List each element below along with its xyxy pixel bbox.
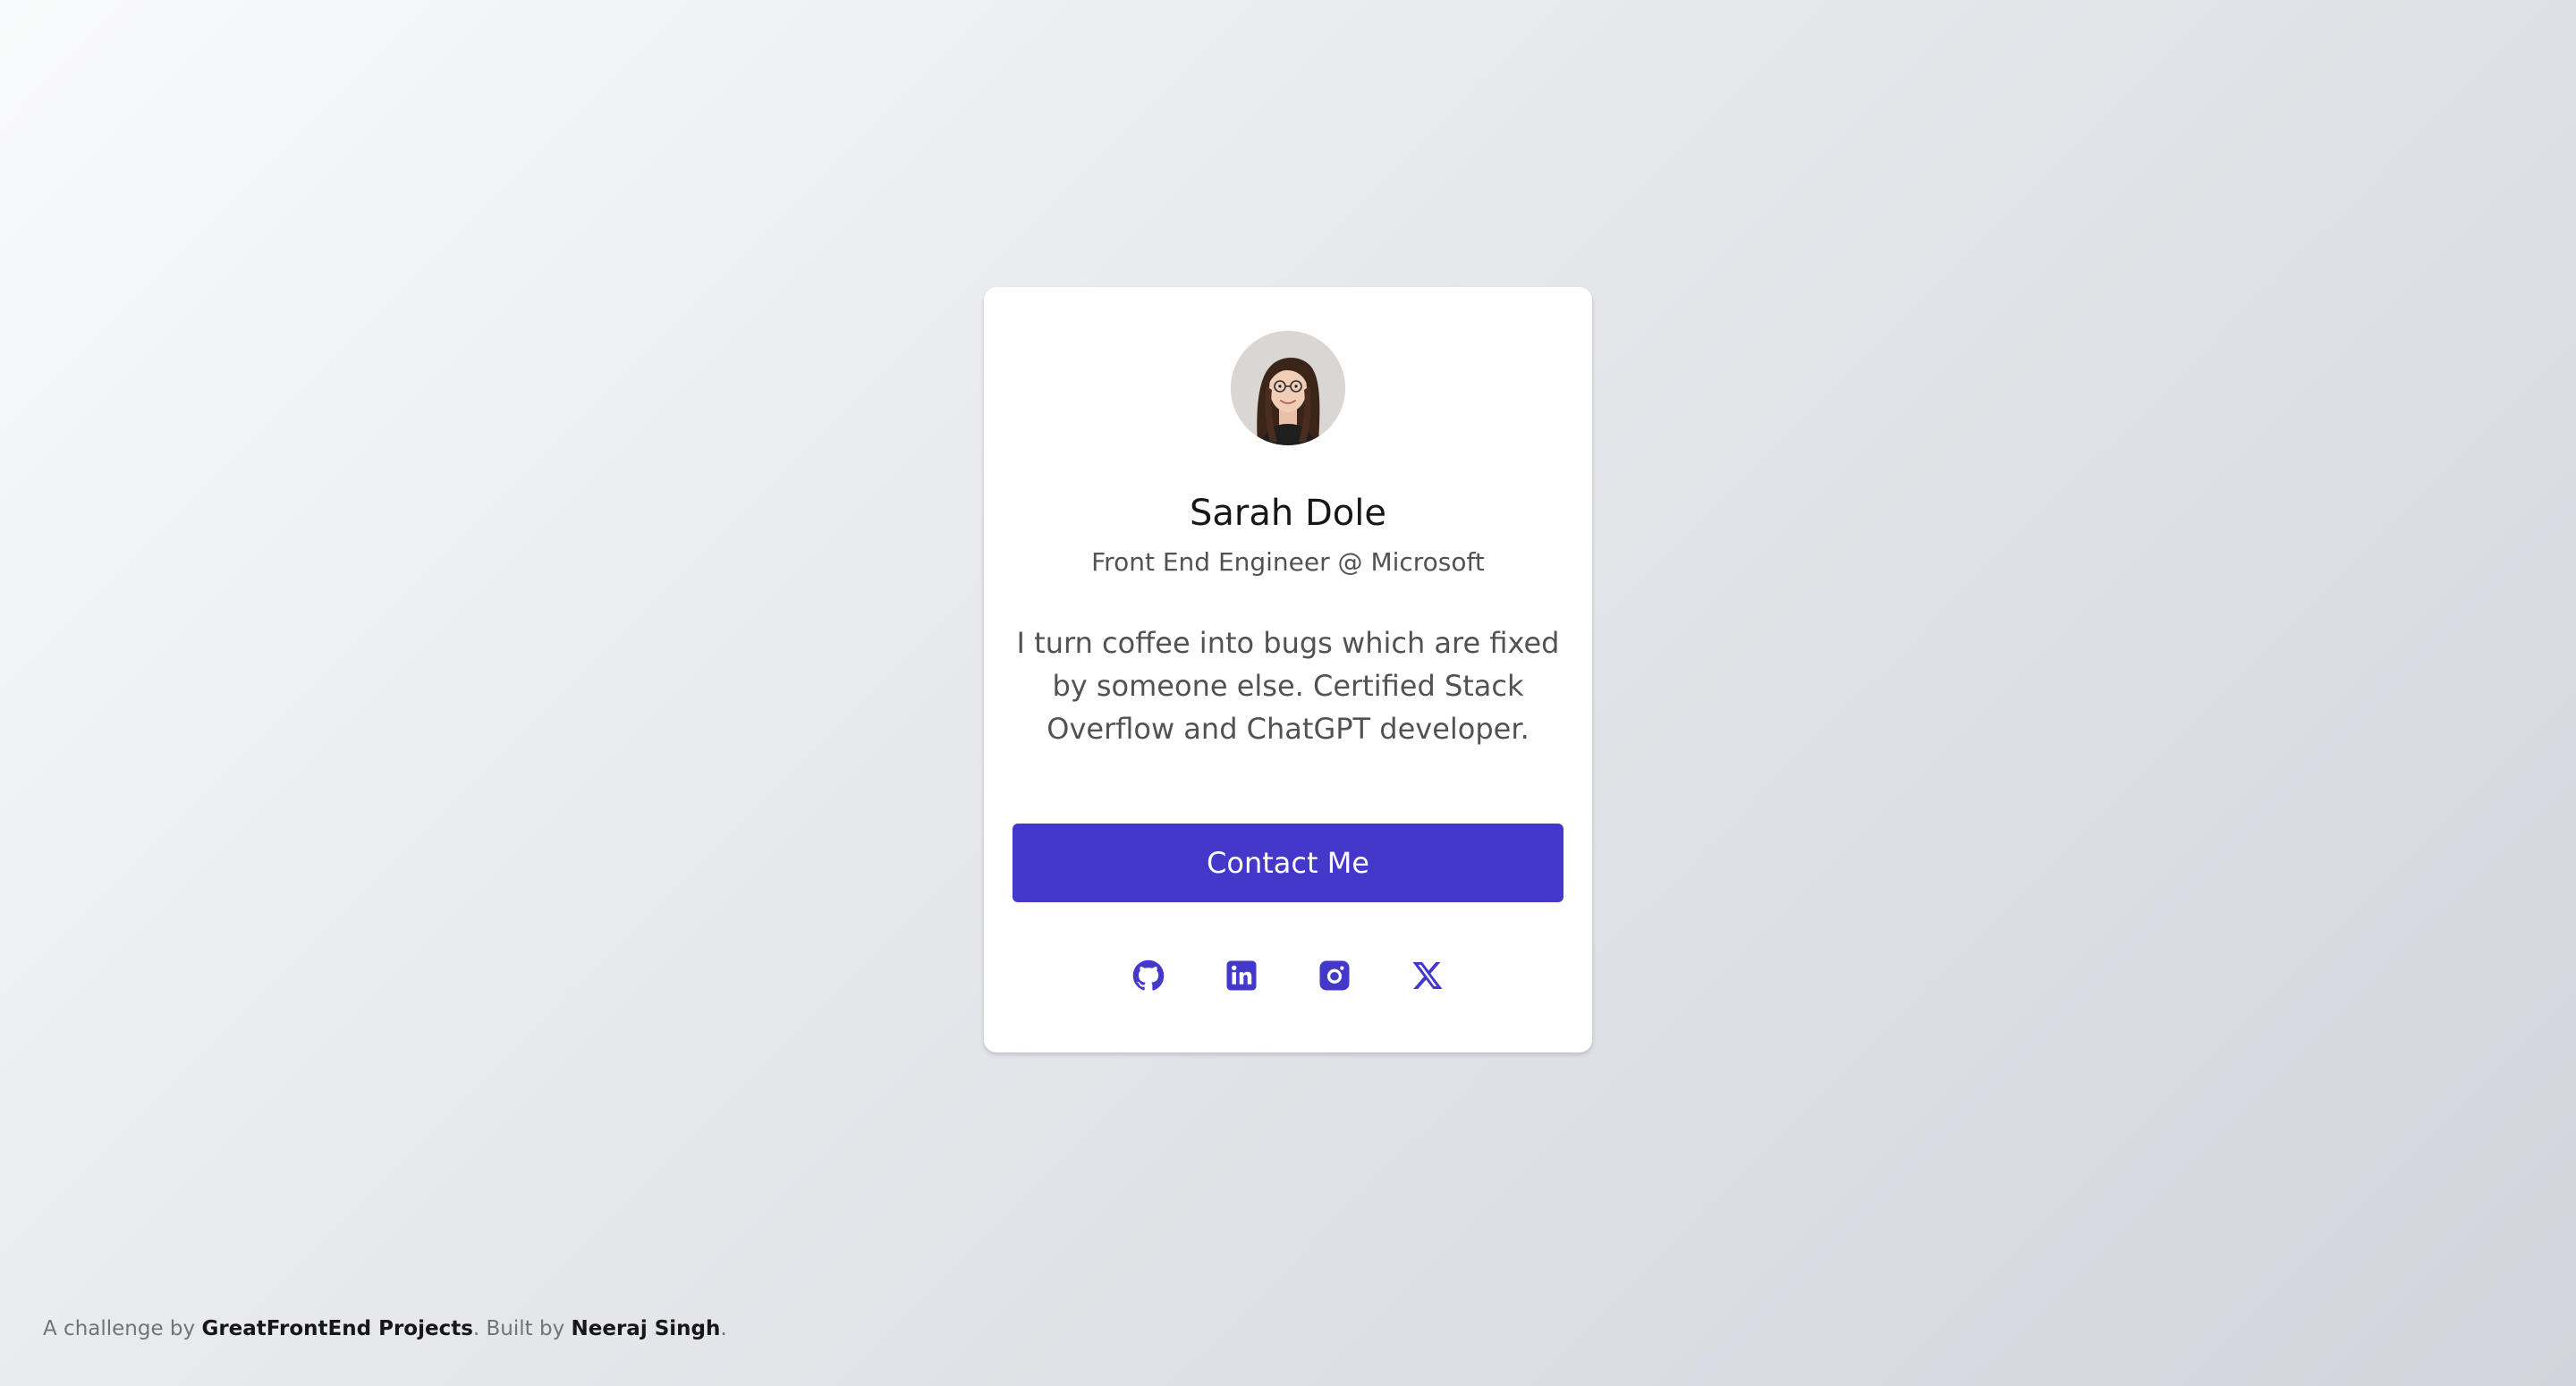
github-icon: [1132, 959, 1165, 991]
github-link[interactable]: [1132, 959, 1165, 992]
instagram-icon: [1319, 960, 1350, 991]
footer-suffix: .: [720, 1317, 727, 1340]
avatar-photo: [1231, 331, 1345, 445]
instagram-link[interactable]: [1318, 959, 1351, 992]
footer-middle: . Built by: [472, 1317, 572, 1340]
contact-me-button[interactable]: Contact Me: [1013, 824, 1563, 902]
x-link[interactable]: [1411, 959, 1444, 992]
linkedin-icon: [1226, 960, 1257, 991]
footer-prefix: A challenge by: [43, 1317, 202, 1340]
profile-name: Sarah Dole: [1190, 493, 1386, 534]
social-links: [984, 959, 1592, 992]
profile-role: Front End Engineer @ Microsoft: [1091, 547, 1485, 577]
profile-card: Sarah Dole Front End Engineer @ Microsof…: [984, 287, 1592, 1052]
avatar: [1231, 331, 1345, 445]
challenge-link[interactable]: GreatFrontEnd Projects: [201, 1317, 472, 1340]
linkedin-link[interactable]: [1225, 959, 1258, 992]
author-link[interactable]: Neeraj Singh: [572, 1317, 721, 1340]
profile-bio: I turn coffee into bugs which are fixed …: [1016, 626, 1560, 746]
x-icon: [1412, 962, 1443, 989]
footer: A challenge by GreatFrontEnd Projects. B…: [43, 1314, 727, 1343]
